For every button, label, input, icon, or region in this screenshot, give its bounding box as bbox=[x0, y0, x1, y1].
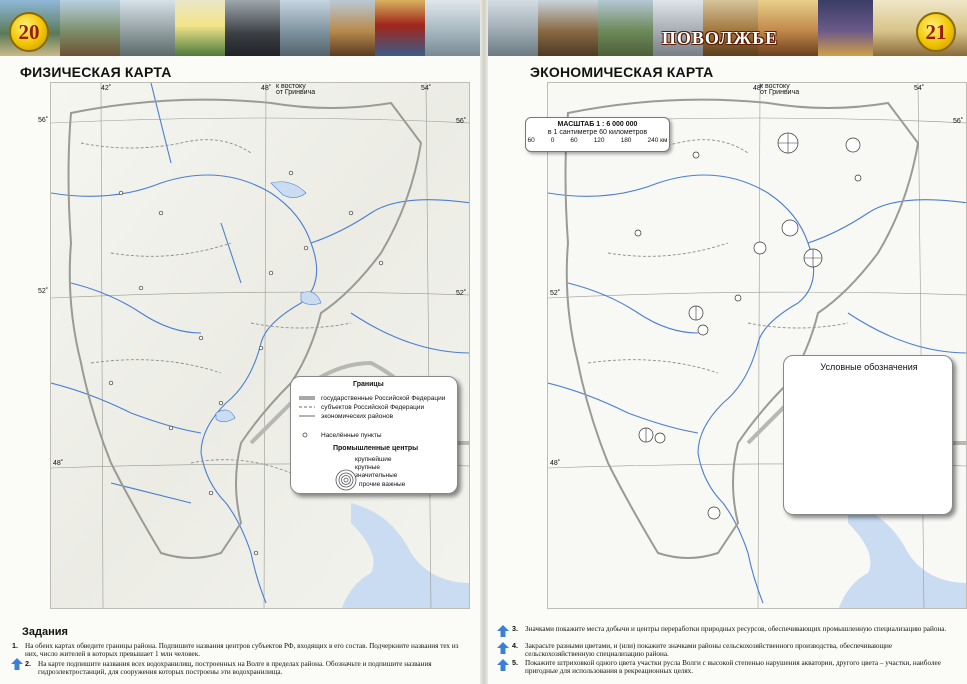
task-arrow-icon bbox=[11, 658, 23, 670]
ring-symbol-icon bbox=[697, 324, 709, 336]
task-item: 5. Покажите штриховкой одного цвета учас… bbox=[512, 658, 957, 677]
scale-title: МАСШТАБ 1 : 6 000 000 bbox=[557, 121, 638, 128]
task-text: Закрасьте разными цветами, и (или) покаж… bbox=[525, 642, 893, 659]
legend-item: крупнейшие bbox=[355, 456, 392, 463]
ring-symbol-icon bbox=[734, 294, 742, 302]
ring-symbol-icon bbox=[692, 151, 700, 159]
task-item: 3. Значками покажите места добычи и цент… bbox=[512, 624, 957, 641]
latitude-label: 48˚ bbox=[550, 460, 561, 467]
header-photo-strip-left bbox=[0, 0, 480, 56]
photo-tile bbox=[488, 0, 538, 56]
ring-symbol-icon bbox=[634, 229, 642, 237]
photo-tile bbox=[538, 0, 598, 56]
ring-symbol-icon bbox=[753, 241, 767, 255]
ring-symbol-icon bbox=[707, 506, 721, 520]
economic-map-drawing bbox=[548, 83, 966, 608]
legend-item: экономических районов bbox=[321, 413, 394, 420]
physical-map-legend: Границы государственные Российской Федер… bbox=[290, 376, 458, 494]
photo-tile bbox=[280, 0, 330, 56]
photo-tile bbox=[225, 0, 280, 56]
tasks-title: Задания bbox=[22, 626, 68, 638]
scale-tick: 240 км bbox=[647, 137, 668, 144]
page-number-right: 21 bbox=[916, 12, 956, 52]
task-text: На обеих картах обведите границы района.… bbox=[25, 642, 459, 659]
latitude-label: 56˚ bbox=[456, 118, 467, 125]
task-arrow-icon bbox=[497, 625, 509, 637]
task-text: На карте подпишите названия всех водохра… bbox=[38, 660, 432, 677]
longitude-label: 54˚ bbox=[914, 85, 925, 92]
photo-tile bbox=[818, 0, 873, 56]
greenwich-note: от Гринвича bbox=[276, 89, 316, 96]
task-text: Покажите штриховкой одного цвета участки… bbox=[525, 659, 941, 676]
task-item: 1. На обеих картах обведите границы райо… bbox=[12, 641, 462, 659]
legend-item: крупные bbox=[355, 464, 381, 471]
ring-symbol-icon bbox=[845, 137, 861, 153]
ring-symbol-icon bbox=[854, 174, 862, 182]
ring-symbol-icon bbox=[781, 219, 799, 237]
task-arrow-icon bbox=[497, 642, 509, 654]
physical-map-drawing bbox=[51, 83, 469, 608]
page-number-left: 20 bbox=[9, 12, 49, 52]
scale-tick: 60 bbox=[527, 137, 535, 144]
economic-map-title: ЭКОНОМИЧЕСКАЯ КАРТА bbox=[530, 64, 714, 80]
scale-tick: 0 bbox=[550, 137, 555, 144]
latitude-label: 52˚ bbox=[550, 290, 561, 297]
latitude-label: 56˚ bbox=[38, 117, 49, 124]
longitude-label: 42˚ bbox=[101, 85, 112, 92]
task-number: 2. bbox=[25, 659, 31, 668]
longitude-label: 48˚ bbox=[261, 85, 272, 92]
legend-borders-heading: Границы bbox=[353, 381, 384, 388]
legend-item: субъектов Российской Федерации bbox=[321, 404, 425, 411]
photo-tile bbox=[120, 0, 175, 56]
longitude-label: 54˚ bbox=[421, 85, 432, 92]
task-text: Значками покажите места добычи и центры … bbox=[525, 625, 947, 633]
ring-symbol-icon bbox=[343, 477, 349, 483]
photo-tile bbox=[375, 0, 425, 56]
latitude-label: 48˚ bbox=[53, 460, 64, 467]
scale-tick: 180 bbox=[620, 137, 632, 144]
task-item: 2. На карте подпишите названия всех водо… bbox=[25, 659, 465, 678]
atlas-spread: 20 21 ПОВОЛЖЬЕ ФИЗИЧЕСКАЯ КАРТА ЭКОНОМИЧ… bbox=[0, 0, 967, 684]
task-number: 3. bbox=[512, 624, 518, 633]
region-title: ПОВОЛЖЬЕ bbox=[661, 28, 779, 48]
task-arrow-icon bbox=[497, 659, 509, 671]
physical-map-title: ФИЗИЧЕСКАЯ КАРТА bbox=[20, 64, 172, 80]
legend-item: значительные bbox=[355, 472, 398, 479]
legend-item: прочие важные bbox=[359, 481, 406, 488]
legend-industrial-heading: Промышленные центры bbox=[333, 445, 419, 452]
legend-item: государственные Российской Федерации bbox=[321, 395, 446, 402]
latitude-label: 52˚ bbox=[38, 288, 49, 295]
photo-tile bbox=[425, 0, 480, 56]
latitude-label: 56˚ bbox=[953, 118, 964, 125]
task-number: 4. bbox=[512, 641, 518, 650]
map-scale: МАСШТАБ 1 : 6 000 000 в 1 сантиметре 60 … bbox=[525, 117, 670, 152]
physical-map: 42˚ 48˚ к востоку от Гринвича 54˚ 56˚ 52… bbox=[50, 82, 470, 609]
task-number: 1. bbox=[12, 641, 18, 650]
legend-item: Населённые пункты bbox=[321, 432, 382, 439]
photo-tile bbox=[60, 0, 120, 56]
economic-map-legend: Условные обозначения bbox=[783, 355, 953, 515]
latitude-label: 52˚ bbox=[456, 290, 467, 297]
photo-tile bbox=[330, 0, 375, 56]
scale-ticks: 60 0 60 120 180 240 км bbox=[528, 137, 668, 144]
scale-tick: 120 bbox=[593, 137, 605, 144]
legend-title: Условные обозначения bbox=[820, 362, 918, 372]
ring-symbol-icon bbox=[654, 432, 666, 444]
task-item: 4. Закрасьте разными цветами, и (или) по… bbox=[512, 641, 957, 659]
task-number: 5. bbox=[512, 658, 518, 667]
scale-tick: 60 bbox=[570, 137, 578, 144]
scale-subtitle: в 1 сантиметре 60 километров bbox=[547, 129, 648, 136]
book-gutter bbox=[480, 0, 488, 684]
economic-map: 48˚ к востоку от Гринвича 54˚ 56˚ 52˚ 48… bbox=[547, 82, 967, 609]
greenwich-note: от Гринвича bbox=[760, 89, 800, 96]
photo-tile bbox=[175, 0, 225, 56]
